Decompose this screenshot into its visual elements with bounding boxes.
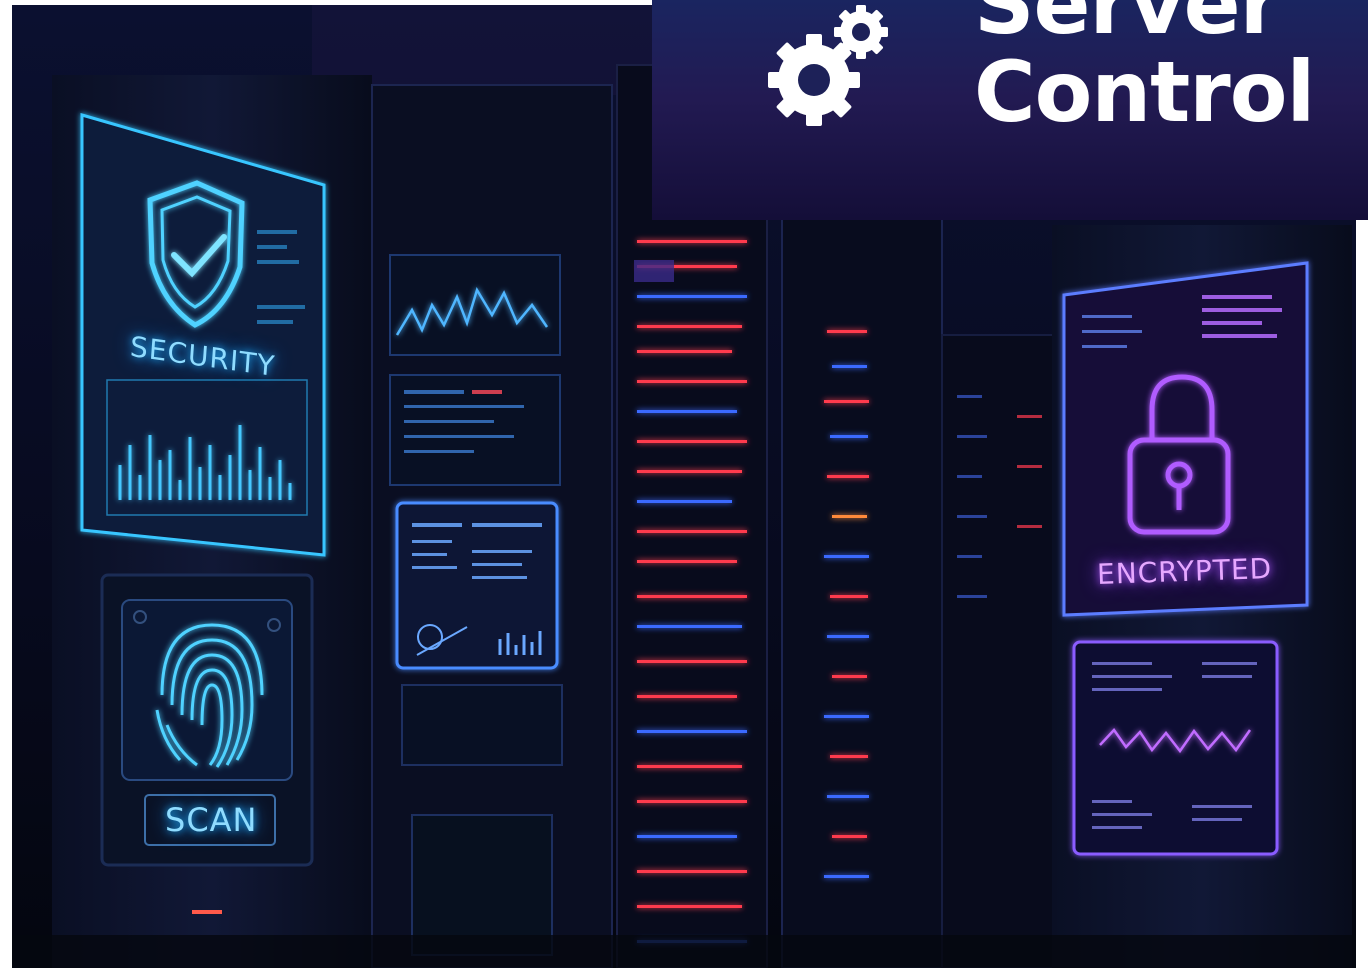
rack-monitor-waveform — [389, 254, 561, 356]
banner-title-line2: Control — [974, 43, 1315, 141]
rack-monitor-violet — [1072, 640, 1279, 856]
scan-label: SCAN — [165, 801, 258, 839]
title-banner: Server Control — [652, 0, 1368, 220]
banner-title: Server Control — [974, 0, 1315, 141]
scan-panel — [100, 573, 314, 914]
rack-monitor-dashboard — [395, 501, 559, 670]
banner-title-line1: Server — [974, 0, 1281, 53]
gears-icon — [768, 5, 888, 126]
encrypted-label: ENCRYPTED — [1096, 551, 1273, 592]
security-panel — [80, 113, 326, 557]
